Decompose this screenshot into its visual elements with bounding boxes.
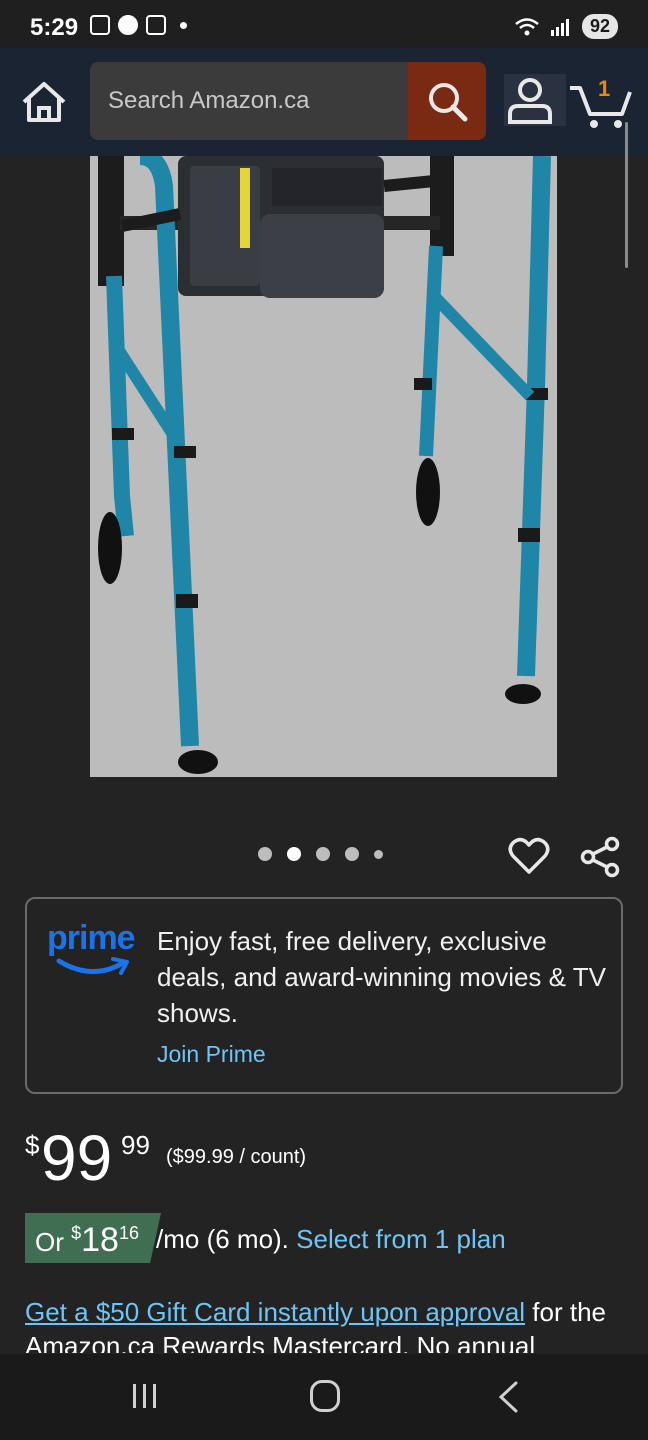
instagram-icon xyxy=(146,15,166,35)
wifi-icon xyxy=(515,17,539,35)
recent-apps-icon[interactable] xyxy=(130,1382,160,1410)
battery-indicator: 92 xyxy=(581,14,618,39)
price-whole: 99 xyxy=(41,1122,113,1194)
walker-image xyxy=(98,156,551,774)
navigation-bar xyxy=(0,1354,648,1440)
facebook-icon xyxy=(118,15,138,35)
search-icon xyxy=(429,83,468,122)
home-icon[interactable] xyxy=(20,80,68,124)
scroll-indicator xyxy=(625,122,628,268)
carousel-dot[interactable] xyxy=(258,847,272,861)
gift-card-offer: Get a $50 Gift Card instantly upon appro… xyxy=(25,1295,625,1353)
prime-promo: prime Enjoy fast, free delivery, exclusi… xyxy=(25,897,623,1094)
notification-icons xyxy=(90,15,187,35)
prime-logo-text: prime xyxy=(47,919,136,957)
monthly-symbol: $ xyxy=(71,1223,82,1243)
search-button[interactable] xyxy=(408,62,486,140)
monthly-terms: /mo (6 mo). Select from 1 plan xyxy=(156,1224,506,1255)
back-icon[interactable] xyxy=(496,1380,520,1414)
signal-icon xyxy=(550,18,569,36)
monthly-price: Or $1816 xyxy=(35,1221,139,1260)
heart-icon[interactable] xyxy=(508,836,550,876)
status-time: 5:29 xyxy=(30,14,79,41)
select-plan-link[interactable]: Select from 1 plan xyxy=(296,1224,506,1254)
monthly-whole: 18 xyxy=(81,1221,119,1259)
prime-logo: prime xyxy=(47,921,143,983)
cart-count: 1 xyxy=(598,76,611,101)
unit-price: ($99.99 / count) xyxy=(166,1146,307,1168)
join-prime-link[interactable]: Join Prime xyxy=(157,1041,266,1068)
prime-description: Enjoy fast, free delivery, exclusive dea… xyxy=(157,926,606,1028)
carousel-dot-active[interactable] xyxy=(287,847,301,861)
search-input[interactable] xyxy=(90,62,408,140)
product-image[interactable] xyxy=(90,156,557,777)
carousel-dot[interactable] xyxy=(345,847,359,861)
more-notifications-icon xyxy=(180,21,187,29)
cart-button[interactable]: 1 xyxy=(568,70,634,130)
nav-home-icon[interactable] xyxy=(310,1380,340,1412)
search-box xyxy=(90,62,486,140)
carousel-dot[interactable] xyxy=(374,849,383,859)
account-button[interactable] xyxy=(504,74,566,126)
account-icon xyxy=(508,78,552,124)
monthly-fraction: 16 xyxy=(118,1223,139,1243)
gift-card-link[interactable]: Get a $50 Gift Card instantly upon appro… xyxy=(25,1297,525,1327)
monthly-suffix: /mo (6 mo). xyxy=(156,1224,289,1254)
system-icons: 92 xyxy=(514,14,618,39)
monthly-prefix: Or xyxy=(35,1227,72,1257)
header: 1 xyxy=(0,48,648,156)
status-bar: 5:29 92 xyxy=(0,0,648,48)
carousel-dots xyxy=(258,847,383,861)
price-fraction: 99 xyxy=(121,1130,150,1160)
prime-smile-icon xyxy=(56,957,129,975)
share-icon[interactable] xyxy=(580,836,622,878)
price-symbol: $ xyxy=(25,1130,40,1160)
carousel-dot[interactable] xyxy=(316,847,330,861)
mail-icon xyxy=(90,15,110,35)
